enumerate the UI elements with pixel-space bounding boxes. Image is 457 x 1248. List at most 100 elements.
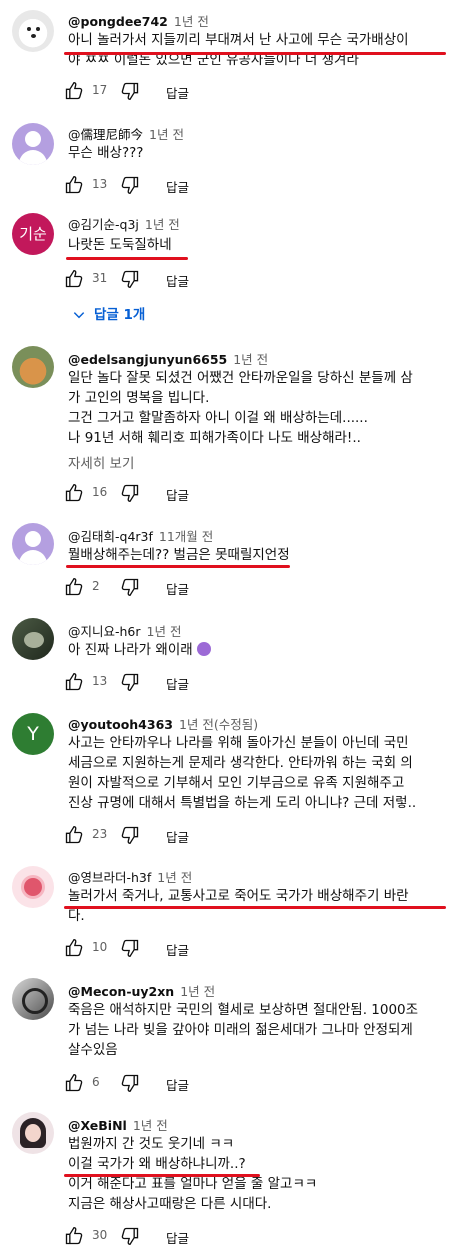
highlight-underline — [64, 906, 446, 909]
comment-item: 기순 @김기순-q3j 1년 전 나랏돈 도둑질하네 31 답글 답글 1개 — [0, 205, 457, 330]
thumbs-up-icon[interactable] — [64, 483, 84, 503]
comment-author[interactable]: @XeBiNl — [68, 1118, 127, 1133]
comment-text-line: 죽음은 애석하지만 국민의 혈세로 보상하면 절대안됨. 1000조 — [68, 1002, 419, 1018]
comment-author[interactable]: @지니요-h6r — [68, 624, 141, 639]
comment-text-line: 아 진짜 나라가 왜이래 — [68, 642, 193, 658]
like-count: 10 — [92, 940, 108, 954]
comment-author[interactable]: @youtooh4363 — [68, 717, 173, 732]
thumbs-down-icon[interactable] — [120, 672, 140, 692]
reply-button[interactable]: 답글 — [166, 177, 189, 196]
chevron-down-icon — [73, 312, 85, 319]
comment-time[interactable]: 11개월 전 — [159, 529, 213, 544]
comment-time[interactable]: 1년 전 — [174, 14, 209, 29]
reply-button[interactable]: 답글 — [166, 579, 189, 598]
avatar[interactable] — [12, 1112, 54, 1154]
comment-time[interactable]: 1년 전 — [147, 624, 182, 639]
like-count: 16 — [92, 485, 108, 499]
reply-button[interactable]: 답글 — [166, 940, 189, 959]
thumbs-down-icon[interactable] — [120, 483, 140, 503]
comment-text-line: 아니 놀러가서 지들끼리 부대껴서 난 사고에 무슨 국가배상이 — [68, 32, 409, 48]
comment-text-line: 진상 규명에 대해서 특별법을 하는게 도리 아니냐? 근데 저렇.. — [68, 795, 417, 811]
comment-author[interactable]: @영브라더-h3f — [68, 870, 151, 885]
thumbs-down-icon[interactable] — [120, 81, 140, 101]
comment-item: @지니요-h6r 1년 전 아 진짜 나라가 왜이래 13 답글 — [0, 612, 457, 702]
comment-time[interactable]: 1년 전 — [157, 870, 192, 885]
reply-button[interactable]: 답글 — [166, 83, 189, 102]
comment-text-line: 이걸 국가가 왜 배상하냐니까..? — [68, 1156, 246, 1172]
avatar[interactable] — [12, 10, 54, 52]
reply-button[interactable]: 답글 — [166, 485, 189, 504]
comment-text-line: 사고는 안타까우나 나라를 위해 돌아가신 분들이 아닌데 국민 — [68, 735, 409, 751]
person-facepalming-emoji-icon — [196, 642, 211, 656]
comment-text-line: 그건 그거고 할말좀하자 아니 이걸 왜 배상하는데...... — [68, 410, 368, 426]
avatar[interactable] — [12, 618, 54, 660]
thumbs-down-icon[interactable] — [120, 1226, 140, 1246]
comment-author[interactable]: @edelsangjunyun6655 — [68, 352, 227, 367]
view-replies-button[interactable]: 답글 1개 — [72, 303, 145, 323]
comment-item: @영브라더-h3f 1년 전 놀러가서 죽거나, 교통사고로 죽어도 국가가 배상… — [0, 858, 457, 968]
comment-text-line: 법원까지 간 것도 웃기네 ㅋㅋ — [68, 1136, 235, 1152]
avatar[interactable] — [12, 346, 54, 388]
reply-button[interactable]: 답글 — [166, 271, 189, 290]
comment-time[interactable]: 1년 전 — [233, 352, 268, 367]
comment-author[interactable]: @Mecon-uy2xn — [68, 984, 174, 999]
comment-author[interactable]: @김기순-q3j — [68, 217, 139, 232]
thumbs-down-icon[interactable] — [120, 1073, 140, 1093]
comment-text-line: 다. — [68, 908, 85, 924]
highlight-underline — [64, 1174, 260, 1177]
avatar[interactable]: Y — [12, 713, 54, 755]
comment-time[interactable]: 1년 전 — [145, 217, 180, 232]
comment-text-line: 세금으로 지원하는게 문제라 생각한다. 안타까워 하는 국회 의 — [68, 755, 413, 771]
comment-item: Y @youtooh4363 1년 전(수정됨) 사고는 안타까우나 나라를 위해… — [0, 705, 457, 855]
reply-button[interactable]: 답글 — [166, 827, 189, 846]
comment-item: @XeBiNl 1년 전 법원까지 간 것도 웃기네 ㅋㅋ 이걸 국가가 왜 배상… — [0, 1106, 457, 1246]
comment-time[interactable]: 1년 전(수정됨) — [179, 717, 258, 732]
thumbs-up-icon[interactable] — [64, 1226, 84, 1246]
comment-time[interactable]: 1년 전 — [180, 984, 215, 999]
comment-item: @儒理尼師今 1년 전 무슨 배상??? 13 답글 — [0, 115, 457, 205]
comment-text-line: 지금은 해상사고때랑은 다른 시대다. — [68, 1196, 272, 1212]
comment-item: @edelsangjunyun6655 1년 전 일단 놀다 잘못 되셨건 어쨌건… — [0, 340, 457, 510]
view-replies-label: 답글 1개 — [94, 307, 146, 323]
thumbs-up-icon[interactable] — [64, 269, 84, 289]
like-count: 23 — [92, 827, 108, 841]
thumbs-down-icon[interactable] — [120, 175, 140, 195]
thumbs-up-icon[interactable] — [64, 938, 84, 958]
avatar[interactable] — [12, 523, 54, 565]
comment-text-line: 놀러가서 죽거나, 교통사고로 죽어도 국가가 배상해주기 바란 — [68, 888, 409, 904]
like-count: 31 — [92, 271, 108, 285]
like-count: 13 — [92, 674, 108, 688]
reply-button[interactable]: 답글 — [166, 1228, 189, 1247]
avatar[interactable] — [12, 978, 54, 1020]
highlight-underline — [66, 257, 188, 260]
thumbs-up-icon[interactable] — [64, 825, 84, 845]
read-more-link[interactable]: 자세히 보기 — [68, 452, 134, 472]
comment-author[interactable]: @儒理尼師今 — [68, 127, 143, 142]
comment-author[interactable]: @pongdee742 — [68, 14, 168, 29]
comment-time[interactable]: 1년 전 — [133, 1118, 168, 1133]
like-count: 17 — [92, 83, 108, 97]
comment-text-line: 나랏돈 도둑질하네 — [68, 237, 172, 253]
thumbs-up-icon[interactable] — [64, 672, 84, 692]
thumbs-down-icon[interactable] — [120, 577, 140, 597]
thumbs-up-icon[interactable] — [64, 81, 84, 101]
thumbs-up-icon[interactable] — [64, 1073, 84, 1093]
avatar[interactable] — [12, 866, 54, 908]
thumbs-up-icon[interactable] — [64, 175, 84, 195]
comment-text-line: 살수있음 — [68, 1042, 118, 1058]
highlight-underline — [64, 52, 446, 55]
comment-item: @김태희-q4r3f 11개월 전 뭘배상해주는데?? 벌금은 못때릴지언정 2 … — [0, 517, 457, 607]
reply-button[interactable]: 답글 — [166, 674, 189, 693]
thumbs-down-icon[interactable] — [120, 825, 140, 845]
avatar[interactable]: 기순 — [12, 213, 54, 255]
comment-author[interactable]: @김태희-q4r3f — [68, 529, 153, 544]
comment-text-line: 일단 놀다 잘못 되셨건 어쨌건 안타까운일을 당하신 분들께 삼 — [68, 370, 413, 386]
thumbs-down-icon[interactable] — [120, 938, 140, 958]
comment-text-line: 가 넘는 나라 빚을 갚아야 미래의 젊은세대가 그나마 안정되게 — [68, 1022, 413, 1038]
comment-time[interactable]: 1년 전 — [149, 127, 184, 142]
thumbs-down-icon[interactable] — [120, 269, 140, 289]
reply-button[interactable]: 답글 — [166, 1075, 189, 1094]
highlight-underline — [66, 565, 290, 568]
thumbs-up-icon[interactable] — [64, 577, 84, 597]
avatar[interactable] — [12, 123, 54, 165]
